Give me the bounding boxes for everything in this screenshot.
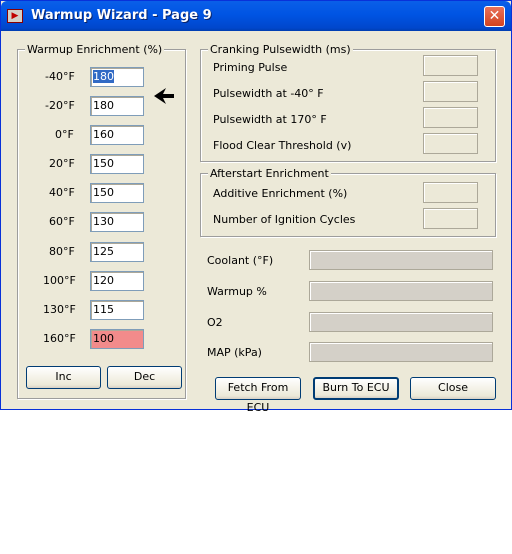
pulsewidth-minus40-label: Pulsewidth at -40° F [213,87,324,100]
fetch-from-ecu-button[interactable]: Fetch From ECU [215,377,301,414]
ignition-cycles-label: Number of Ignition Cycles [213,213,356,226]
warmup-value-field[interactable]: 160 [90,125,144,145]
additive-enrichment-field[interactable] [423,182,478,203]
flood-clear-label: Flood Clear Threshold (v) [213,139,352,152]
window-title: Warmup Wizard - Page 9 [31,8,212,23]
row-label: -20°F [45,99,75,112]
additive-enrichment-label: Additive Enrichment (%) [213,187,348,200]
warmup-wizard-window: ▶ Warmup Wizard - Page 9 ✕ Warmup Enrich… [0,0,512,414]
pointer-arrow-icon [154,88,174,104]
close-button[interactable]: Close [410,377,496,400]
o2-gauge [309,312,493,332]
warmup-value-field[interactable]: 125 [90,242,144,262]
warmup-value-field[interactable]: 130 [90,212,144,232]
row-label: 40°F [49,186,75,199]
warmup-pct-gauge [309,281,493,301]
flood-clear-field[interactable] [423,133,478,154]
inc-button[interactable]: Inc [26,366,101,389]
warmup-value-field[interactable]: 180 [90,96,144,116]
warmup-value-field[interactable]: 120 [90,271,144,291]
warmup-enrichment-title: Warmup Enrichment (%) [25,43,165,56]
coolant-gauge [309,250,493,270]
row-label: 100°F [43,274,76,287]
row-label: 130°F [43,303,76,316]
coolant-label: Coolant (°F) [207,254,274,267]
warmup-value-field[interactable]: 115 [90,300,144,320]
close-window-button[interactable]: ✕ [484,6,505,27]
pulsewidth-170-label: Pulsewidth at 170° F [213,113,327,126]
dec-button[interactable]: Dec [107,366,182,389]
afterstart-enrichment-title: Afterstart Enrichment [208,167,331,180]
cranking-pulsewidth-title: Cranking Pulsewidth (ms) [208,43,353,56]
warmup-pct-label: Warmup % [207,285,267,298]
row-label: 20°F [49,157,75,170]
o2-label: O2 [207,316,223,329]
priming-pulse-field[interactable] [423,55,478,76]
priming-pulse-label: Priming Pulse [213,61,288,74]
row-label: 0°F [55,128,74,141]
row-label: 160°F [43,332,76,345]
title-bar[interactable]: ▶ Warmup Wizard - Page 9 ✕ [1,1,511,31]
row-label: 60°F [49,215,75,228]
ignition-cycles-field[interactable] [423,208,478,229]
map-gauge [309,342,493,362]
warmup-value-field-highlighted[interactable]: 100 [90,329,144,349]
burn-to-ecu-button[interactable]: Burn To ECU [313,377,399,400]
row-label: -40°F [45,70,75,83]
warmup-value-field[interactable]: 150 [90,154,144,174]
map-label: MAP (kPa) [207,346,262,359]
pulsewidth-170-field[interactable] [423,107,478,128]
warmup-value-field[interactable]: 180 [90,67,144,87]
row-label: 80°F [49,245,75,258]
warmup-value-field[interactable]: 150 [90,183,144,203]
pulsewidth-minus40-field[interactable] [423,81,478,102]
app-icon: ▶ [7,9,23,23]
